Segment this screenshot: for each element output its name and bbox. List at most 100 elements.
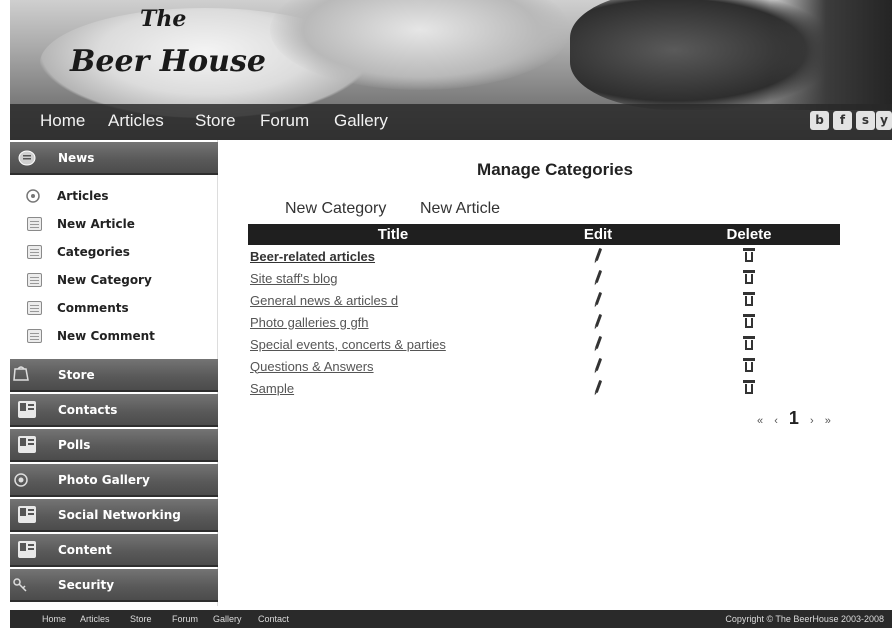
sidebar-section-photo-gallery[interactable]: Photo Gallery	[10, 464, 218, 497]
edit-pencil-icon[interactable]	[594, 291, 602, 306]
store-icon	[13, 366, 29, 381]
footer-link-forum[interactable]: Forum	[172, 614, 198, 624]
footer-link-home[interactable]: Home	[42, 614, 66, 624]
categories-table: Title Edit Delete Beer-related articles …	[248, 224, 840, 399]
sidebar-item-label: Categories	[57, 245, 130, 259]
banner-glass-image	[770, 0, 892, 110]
sidebar-item-new-category[interactable]: New Category	[10, 269, 218, 293]
document-icon	[27, 329, 42, 343]
sidebar-item-new-article[interactable]: New Article	[10, 213, 218, 237]
column-header-title: Title	[248, 224, 538, 245]
sidebar-section-security[interactable]: Security	[10, 569, 218, 602]
table-row: Site staff's blog	[248, 267, 840, 289]
sidebar-item-label: Articles	[57, 189, 109, 203]
footer-link-store[interactable]: Store	[130, 614, 152, 624]
key-icon	[13, 578, 27, 592]
pager-prev[interactable]: ‹	[774, 415, 778, 427]
sidebar: News Articles New Article Categories New…	[10, 140, 218, 606]
category-link[interactable]: Special events, concerts & parties	[250, 337, 446, 352]
contact-card-icon	[18, 401, 36, 418]
youtube-icon[interactable]: y	[876, 111, 892, 130]
content-card-icon	[18, 541, 36, 558]
sidebar-section-label: Social Networking	[58, 508, 181, 522]
document-icon	[27, 301, 42, 315]
sidebar-section-label: Photo Gallery	[58, 473, 150, 487]
nav-home[interactable]: Home	[40, 111, 85, 131]
sidebar-item-new-comment[interactable]: New Comment	[10, 325, 218, 349]
sidebar-section-content[interactable]: Content	[10, 534, 218, 567]
delete-trash-icon[interactable]	[743, 313, 755, 328]
footer-link-articles[interactable]: Articles	[80, 614, 110, 624]
sidebar-section-label: Content	[58, 543, 112, 557]
articles-icon	[26, 189, 40, 203]
new-category-link[interactable]: New Category	[285, 200, 386, 218]
nav-forum[interactable]: Forum	[260, 111, 309, 131]
top-navigation: Home Articles Store Forum Gallery b f s …	[10, 104, 892, 140]
nav-articles[interactable]: Articles	[108, 111, 164, 131]
sidebar-section-social-networking[interactable]: Social Networking	[10, 499, 218, 532]
delete-trash-icon[interactable]	[743, 291, 755, 306]
table-row: Sample	[248, 377, 840, 399]
sidebar-section-polls[interactable]: Polls	[10, 429, 218, 462]
sidebar-item-categories[interactable]: Categories	[10, 241, 218, 265]
category-link[interactable]: Questions & Answers	[250, 359, 374, 374]
logo-line-2: Beer House	[70, 44, 266, 79]
sidebar-section-contacts[interactable]: Contacts	[10, 394, 218, 427]
edit-pencil-icon[interactable]	[594, 379, 602, 394]
sidebar-section-label: News	[58, 151, 95, 165]
sidebar-item-articles[interactable]: Articles	[10, 185, 218, 209]
camera-icon	[14, 473, 28, 487]
delete-trash-icon[interactable]	[743, 269, 755, 284]
category-link[interactable]: Sample	[250, 381, 294, 396]
sidebar-section-news[interactable]: News	[10, 142, 218, 175]
category-link[interactable]: Site staff's blog	[250, 271, 338, 286]
table-row: Beer-related articles	[248, 245, 840, 267]
delicious-icon[interactable]: s	[856, 111, 875, 130]
sidebar-item-label: New Article	[57, 217, 135, 231]
category-link[interactable]: Photo galleries g gfh	[250, 315, 369, 330]
poll-card-icon	[18, 436, 36, 453]
sidebar-section-store[interactable]: Store	[10, 359, 218, 392]
table-header-row: Title Edit Delete	[248, 224, 840, 245]
column-header-delete: Delete	[658, 224, 840, 245]
pager-current-page[interactable]: 1	[789, 408, 799, 428]
document-icon	[27, 273, 42, 287]
pagination: « ‹ 1 › »	[753, 408, 835, 429]
delete-trash-icon[interactable]	[743, 357, 755, 372]
edit-pencil-icon[interactable]	[594, 357, 602, 372]
footer-link-contact[interactable]: Contact	[258, 614, 289, 624]
new-article-link[interactable]: New Article	[420, 200, 500, 218]
column-header-edit: Edit	[538, 224, 658, 245]
delete-trash-icon[interactable]	[743, 335, 755, 350]
category-link[interactable]: Beer-related articles	[250, 249, 375, 264]
facebook-icon[interactable]: f	[833, 111, 852, 130]
blogger-icon[interactable]: b	[810, 111, 829, 130]
sidebar-section-label: Security	[58, 578, 115, 592]
sidebar-item-label: Comments	[57, 301, 129, 315]
delete-trash-icon[interactable]	[743, 247, 755, 262]
sidebar-section-label: Store	[58, 368, 95, 382]
sidebar-item-comments[interactable]: Comments	[10, 297, 218, 321]
pager-next[interactable]: ›	[810, 415, 814, 427]
document-icon	[27, 245, 42, 259]
edit-pencil-icon[interactable]	[594, 313, 602, 328]
edit-pencil-icon[interactable]	[594, 335, 602, 350]
table-row: Special events, concerts & parties	[248, 333, 840, 355]
social-card-icon	[18, 506, 36, 523]
pager-first[interactable]: «	[757, 415, 763, 427]
nav-store[interactable]: Store	[195, 111, 236, 131]
main-content: Manage Categories New Category New Artic…	[218, 140, 892, 606]
table-row: Questions & Answers	[248, 355, 840, 377]
nav-gallery[interactable]: Gallery	[334, 111, 388, 131]
pager-last[interactable]: »	[825, 415, 831, 427]
sidebar-item-label: New Comment	[57, 329, 155, 343]
edit-pencil-icon[interactable]	[594, 247, 602, 262]
sidebar-section-label: Contacts	[58, 403, 118, 417]
edit-pencil-icon[interactable]	[594, 269, 602, 284]
newspaper-icon	[18, 150, 36, 166]
footer-link-gallery[interactable]: Gallery	[213, 614, 242, 624]
delete-trash-icon[interactable]	[743, 379, 755, 394]
page-title: Manage Categories	[477, 160, 633, 179]
document-icon	[27, 217, 42, 231]
category-link[interactable]: General news & articles d	[250, 293, 398, 308]
